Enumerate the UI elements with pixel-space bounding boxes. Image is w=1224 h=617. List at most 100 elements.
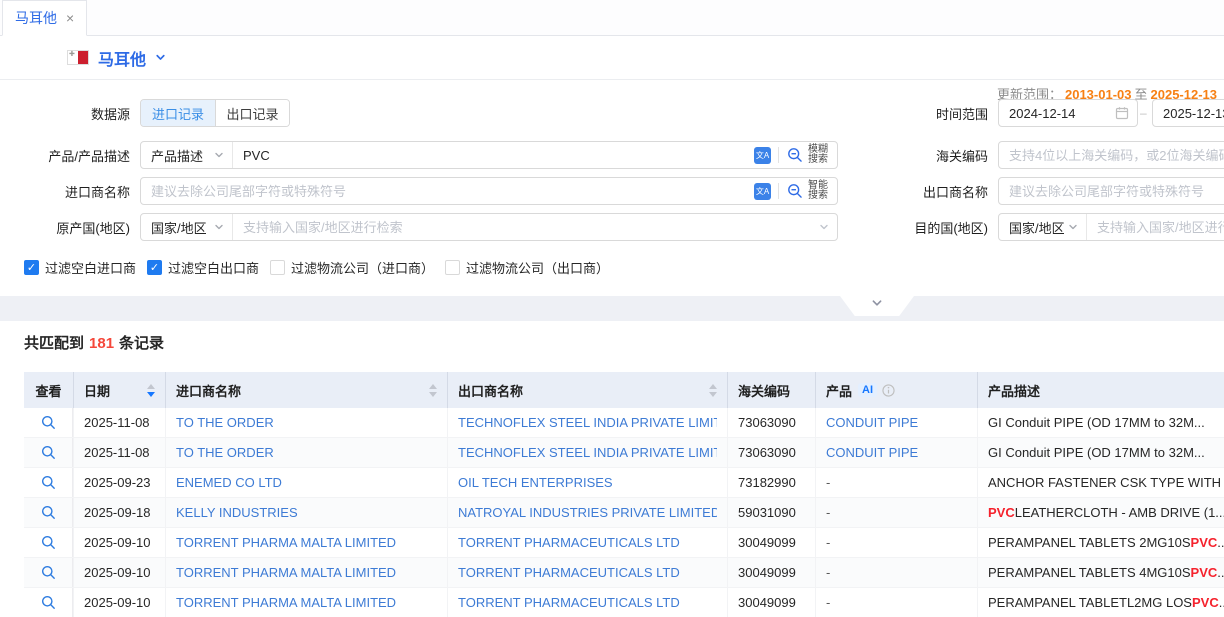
importer-link[interactable]: TORRENT PHARMA MALTA LIMITED <box>176 535 396 550</box>
data-source-toggle: 进口记录 出口记录 <box>140 99 290 127</box>
view-record-icon[interactable] <box>41 535 56 550</box>
collapse-filters-button[interactable] <box>840 296 914 316</box>
cell-view <box>24 528 73 557</box>
description-text: ... <box>1219 595 1224 610</box>
import-records-toggle[interactable]: 进口记录 <box>141 100 215 126</box>
date-end-value: 2025-12-13 <box>1163 106 1224 121</box>
view-record-icon[interactable] <box>41 445 56 460</box>
product-empty: - <box>826 595 830 610</box>
cell-date: 2025-11-08 <box>73 408 165 437</box>
sort-control-date[interactable] <box>139 384 155 397</box>
table-body: 2025-11-08 TO THE ORDER TECHNOFLEX STEEL I… <box>24 408 1224 617</box>
exporter-link[interactable]: NATROYAL INDUSTRIES PRIVATE LIMITED <box>458 505 717 520</box>
checkbox-icon[interactable] <box>445 260 460 275</box>
filter-checkbox[interactable]: ✓过滤空白进口商 <box>24 258 136 277</box>
product-search-input[interactable] <box>233 142 754 168</box>
view-record-icon[interactable] <box>41 505 56 520</box>
cell-hs-code: 73182990 <box>727 468 815 497</box>
origin-country-input[interactable] <box>233 214 819 240</box>
table-row: 2025-09-10 TORRENT PHARMA MALTA LIMITED TO… <box>24 528 1224 558</box>
keyword-highlight: PVC <box>1191 565 1218 580</box>
importer-search-input[interactable] <box>141 178 754 204</box>
description-text: PERAMPANEL TABLETL2MG LOS <box>988 595 1192 610</box>
tab-malta[interactable]: 马耳他 × <box>2 0 87 36</box>
filter-checkbox[interactable]: 过滤物流公司（出口商） <box>445 258 609 277</box>
translate-icon[interactable]: 文A <box>754 147 771 164</box>
description-text: PERAMPANEL TABLETS 2MG10S <box>988 535 1191 550</box>
cell-exporter: OIL TECH ENTERPRISES <box>447 468 727 497</box>
chevron-down-icon[interactable] <box>155 52 166 63</box>
product-empty: - <box>826 505 830 520</box>
filter-checkbox-row: ✓过滤空白进口商 ✓过滤空白出口商 过滤物流公司（进口商） 过滤物流公司（出口商） <box>24 258 620 277</box>
filter-checkbox[interactable]: 过滤物流公司（进口商） <box>270 258 434 277</box>
smart-search-button[interactable]: 智能搜索 <box>779 178 837 204</box>
cell-product: - <box>815 588 977 617</box>
tab-close-icon[interactable]: × <box>66 11 74 25</box>
exporter-link[interactable]: TORRENT PHARMACEUTICALS LTD <box>458 565 680 580</box>
translate-icon[interactable]: 文A <box>754 183 771 200</box>
importer-link[interactable]: TORRENT PHARMA MALTA LIMITED <box>176 595 396 610</box>
table-row: 2025-09-10 TORRENT PHARMA MALTA LIMITED TO… <box>24 558 1224 588</box>
exporter-search-input[interactable] <box>998 177 1224 205</box>
keyword-highlight: PVC <box>988 505 1015 520</box>
cell-exporter: TORRENT PHARMACEUTICALS LTD <box>447 558 727 587</box>
fuzzy-search-button[interactable]: 模糊搜索 <box>779 142 837 168</box>
cell-product: CONDUIT PIPE <box>815 408 977 437</box>
filter-checkbox[interactable]: ✓过滤空白出口商 <box>147 258 259 277</box>
cell-product: - <box>815 498 977 527</box>
hs-code-label: 海关编码 <box>850 141 988 169</box>
description-text: LEATHERCLOTH - AMB DRIVE (1... <box>1015 505 1224 520</box>
destination-country-select[interactable]: 国家/地区 <box>999 214 1087 240</box>
exporter-link[interactable]: TORRENT PHARMACEUTICALS LTD <box>458 535 680 550</box>
importer-label: 进口商名称 <box>0 177 130 205</box>
checkbox-label: 过滤物流公司（出口商） <box>466 258 609 277</box>
sort-control-exporter[interactable] <box>701 384 717 397</box>
result-count-number: 181 <box>89 335 114 352</box>
cell-date: 2025-09-10 <box>73 558 165 587</box>
exporter-link[interactable]: OIL TECH ENTERPRISES <box>458 475 613 490</box>
checkbox-icon[interactable] <box>270 260 285 275</box>
view-record-icon[interactable] <box>41 595 56 610</box>
checkbox-icon[interactable]: ✓ <box>24 260 39 275</box>
info-icon[interactable] <box>882 384 895 397</box>
checkbox-label: 过滤物流公司（进口商） <box>291 258 434 277</box>
date-start-input[interactable]: 2024-12-14 <box>998 99 1138 127</box>
records-table: 查看 日期 进口商名称 出口商名称 海关编码 产品 AI <box>24 372 1224 617</box>
cell-hs-code: 30049099 <box>727 558 815 587</box>
checkbox-icon[interactable]: ✓ <box>147 260 162 275</box>
cell-exporter: TECHNOFLEX STEEL INDIA PRIVATE LIMITED <box>447 408 727 437</box>
cell-product: CONDUIT PIPE <box>815 438 977 467</box>
importer-link[interactable]: TORRENT PHARMA MALTA LIMITED <box>176 565 396 580</box>
export-records-toggle[interactable]: 出口记录 <box>215 100 289 126</box>
column-header-product: 产品 AI <box>815 372 977 408</box>
date-start-value: 2024-12-14 <box>1009 106 1109 121</box>
view-record-icon[interactable] <box>41 475 56 490</box>
importer-link[interactable]: TO THE ORDER <box>176 415 274 430</box>
sort-control-importer[interactable] <box>421 384 437 397</box>
cell-product: - <box>815 468 977 497</box>
product-link[interactable]: CONDUIT PIPE <box>826 415 918 430</box>
product-link[interactable]: CONDUIT PIPE <box>826 445 918 460</box>
cell-exporter: TORRENT PHARMACEUTICALS LTD <box>447 528 727 557</box>
cell-description: PERAMPANEL TABLETS 4MG10S PVC... <box>977 558 1224 587</box>
view-record-icon[interactable] <box>41 415 56 430</box>
exporter-link[interactable]: TORRENT PHARMACEUTICALS LTD <box>458 595 680 610</box>
exporter-link[interactable]: TECHNOFLEX STEEL INDIA PRIVATE LIMITED <box>458 445 717 460</box>
importer-link[interactable]: KELLY INDUSTRIES <box>176 505 298 520</box>
origin-country-group: 国家/地区 <box>140 213 838 241</box>
origin-country-label: 原产国(地区) <box>0 213 130 241</box>
hs-code-input[interactable] <box>998 141 1224 169</box>
tab-bar: 马耳他 × <box>0 0 1224 36</box>
table-row: 2025-11-08TO THE ORDERTECHNOFLEX STEEL I… <box>24 438 1224 468</box>
exporter-link[interactable]: TECHNOFLEX STEEL INDIA PRIVATE LIMITED <box>458 415 717 430</box>
cell-hs-code: 30049099 <box>727 588 815 617</box>
destination-country-input[interactable] <box>1087 214 1224 240</box>
cell-date: 2025-09-10 <box>73 528 165 557</box>
view-record-icon[interactable] <box>41 565 56 580</box>
origin-country-select[interactable]: 国家/地区 <box>141 214 233 240</box>
column-header-date: 日期 <box>73 372 165 408</box>
product-type-select[interactable]: 产品描述 <box>141 142 233 168</box>
date-end-input[interactable]: 2025-12-13 <box>1152 99 1224 127</box>
importer-link[interactable]: ENEMED CO LTD <box>176 475 282 490</box>
importer-link[interactable]: TO THE ORDER <box>176 445 274 460</box>
